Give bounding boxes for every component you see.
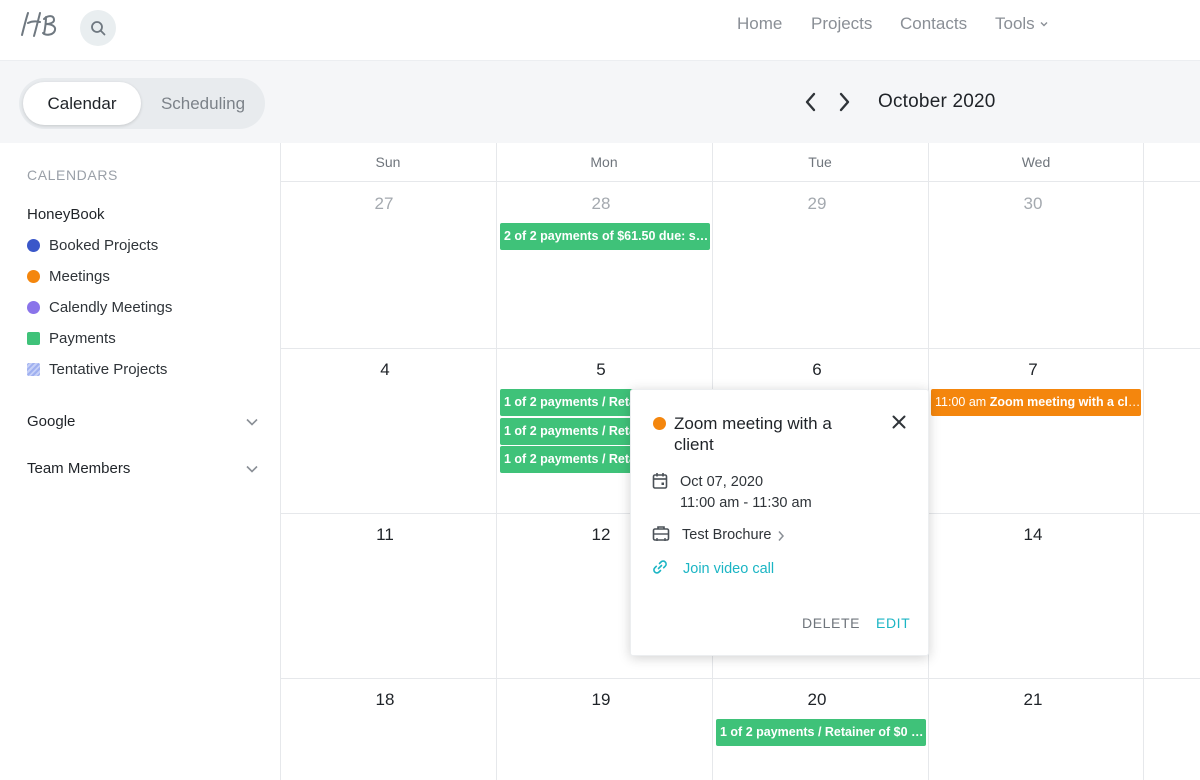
day-number[interactable]: 18 bbox=[277, 690, 493, 710]
meeting-color-dot bbox=[653, 417, 666, 430]
calendar-filter-label: Booked Projects bbox=[49, 237, 159, 254]
chevron-down-icon bbox=[246, 465, 258, 473]
previous-month-button[interactable] bbox=[799, 89, 823, 115]
nav-tools-label: Tools bbox=[995, 14, 1035, 33]
join-video-call-label: Join video call bbox=[683, 561, 775, 577]
day-number[interactable]: 5 bbox=[493, 360, 709, 380]
search-icon bbox=[91, 21, 106, 36]
top-navigation-bar: Home Projects Contacts Tools bbox=[0, 0, 1200, 61]
team-members-section-label: Team Members bbox=[27, 460, 131, 477]
calendar-filter-tentative-projects[interactable]: Tentative Projects bbox=[27, 361, 167, 378]
meeting-event-time: 11:00 am bbox=[935, 395, 987, 409]
honeybook-group-label: HoneyBook bbox=[27, 206, 105, 223]
meeting-event[interactable]: 11:00 am Zoom meeting with a client bbox=[931, 389, 1141, 416]
calendar-filter-calendly-meetings[interactable]: Calendly Meetings bbox=[27, 299, 172, 316]
nav-contacts-link[interactable]: Contacts bbox=[900, 14, 967, 34]
google-section-label: Google bbox=[27, 413, 76, 430]
search-button[interactable] bbox=[80, 10, 116, 46]
chevron-left-icon bbox=[805, 92, 816, 112]
day-number[interactable]: 11 bbox=[277, 525, 493, 545]
month-title: October 2020 bbox=[878, 91, 996, 112]
google-calendars-section[interactable]: Google bbox=[27, 413, 259, 430]
day-number[interactable]: 14 bbox=[925, 525, 1141, 545]
popup-project-link[interactable]: Test Brochure bbox=[652, 525, 785, 546]
day-number[interactable]: 21 bbox=[925, 690, 1141, 710]
weekday-header-mon: Mon bbox=[590, 154, 618, 170]
next-month-button[interactable] bbox=[832, 89, 856, 115]
popup-event-date: Oct 07, 2020 bbox=[680, 474, 764, 490]
delete-event-button[interactable]: DELETE bbox=[802, 615, 860, 631]
calendar-filter-label: Calendly Meetings bbox=[49, 299, 173, 316]
link-icon bbox=[653, 560, 667, 574]
day-number[interactable]: 30 bbox=[925, 194, 1141, 214]
calendar-filter-label: Tentative Projects bbox=[49, 361, 168, 378]
payments-color-square bbox=[27, 332, 40, 345]
booked-projects-color-dot bbox=[27, 239, 40, 252]
payment-event[interactable]: 2 of 2 payments of $61.50 due: sa... bbox=[500, 223, 710, 250]
close-popup-button[interactable] bbox=[890, 413, 908, 431]
project-briefcase-icon bbox=[652, 526, 670, 541]
popup-project-name: Test Brochure bbox=[682, 527, 772, 543]
calendar-header-bar: Calendar Scheduling October 2020 bbox=[0, 61, 1200, 143]
nav-tools-menu[interactable]: Tools bbox=[995, 14, 1049, 34]
event-details-popup: Zoom meeting with a client Oct 07, 2020 … bbox=[630, 389, 929, 656]
nav-projects-link[interactable]: Projects bbox=[811, 14, 872, 34]
popup-event-title: Zoom meeting with a client bbox=[674, 414, 832, 454]
day-number[interactable]: 4 bbox=[277, 360, 493, 380]
meeting-event-title: Zoom meeting with a client bbox=[989, 395, 1141, 409]
calendar-filter-label: Payments bbox=[49, 330, 116, 347]
day-number[interactable]: 20 bbox=[709, 690, 925, 710]
calendar-tab[interactable]: Calendar bbox=[23, 82, 141, 125]
team-members-section[interactable]: Team Members bbox=[27, 460, 259, 477]
day-number[interactable]: 28 bbox=[493, 194, 709, 214]
tentative-projects-color-square bbox=[27, 363, 40, 376]
edit-event-button[interactable]: EDIT bbox=[876, 615, 910, 631]
calendar-filter-meetings[interactable]: Meetings bbox=[27, 268, 110, 285]
day-number[interactable]: 19 bbox=[493, 690, 709, 710]
calendar-filter-booked-projects[interactable]: Booked Projects bbox=[27, 237, 158, 254]
day-number[interactable]: 27 bbox=[276, 194, 492, 214]
popup-event-time: 11:00 am - 11:30 am bbox=[680, 495, 812, 511]
nav-home-link[interactable]: Home bbox=[737, 14, 782, 34]
weekday-header-tue: Tue bbox=[808, 154, 832, 170]
weekday-header-sun: Sun bbox=[375, 154, 401, 170]
day-number[interactable]: 6 bbox=[709, 360, 925, 380]
calendar-filter-label: Meetings bbox=[49, 268, 110, 285]
chevron-down-icon bbox=[1040, 22, 1048, 27]
weekday-header-wed: Wed bbox=[1021, 154, 1051, 170]
calendly-meetings-color-dot bbox=[27, 301, 40, 314]
close-icon bbox=[892, 415, 906, 429]
calendar-icon bbox=[652, 473, 668, 489]
day-number[interactable]: 29 bbox=[709, 194, 925, 214]
calendar-filter-payments[interactable]: Payments bbox=[27, 330, 116, 347]
honeybook-logo[interactable] bbox=[18, 9, 62, 41]
join-video-call-link[interactable]: Join video call bbox=[652, 559, 774, 580]
chevron-right-icon bbox=[778, 530, 785, 541]
scheduling-tab[interactable]: Scheduling bbox=[147, 82, 259, 125]
chevron-right-icon bbox=[839, 92, 850, 112]
popup-date-row: Oct 07, 2020 11:00 am - 11:30 am bbox=[652, 472, 812, 514]
chevron-down-icon bbox=[246, 418, 258, 426]
day-number[interactable]: 7 bbox=[925, 360, 1141, 380]
calendars-sidebar: CALENDARS HoneyBook Booked Projects Meet… bbox=[0, 143, 280, 780]
meetings-color-dot bbox=[27, 270, 40, 283]
payment-event[interactable]: 1 of 2 payments / Retainer of $0 d... bbox=[716, 719, 926, 746]
view-toggle: Calendar Scheduling bbox=[19, 78, 265, 129]
calendars-heading: CALENDARS bbox=[27, 167, 118, 183]
